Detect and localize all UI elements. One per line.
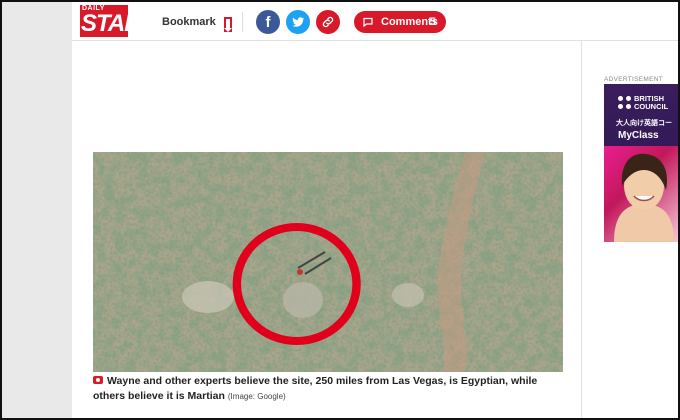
column-divider xyxy=(581,40,582,418)
link-icon xyxy=(322,16,334,28)
camera-icon xyxy=(93,376,103,384)
comments-count: 5 xyxy=(429,16,436,28)
ad-brand-line2: COUNCIL xyxy=(634,102,669,111)
british-council-logo-icon xyxy=(618,96,632,110)
article-satellite-image[interactable] xyxy=(93,152,563,372)
ad-product-name: MyClass xyxy=(618,130,659,141)
copy-link-button[interactable] xyxy=(316,10,340,34)
ad-japanese-text: 大人向け英語コー xyxy=(616,120,672,127)
rock-clearing-left xyxy=(182,281,234,313)
site-logo[interactable]: DAILY STAR xyxy=(80,5,142,37)
bookmark-button[interactable]: Bookmark xyxy=(162,12,232,32)
bookmark-label: Bookmark xyxy=(162,16,216,28)
article-toolbar: DAILY STAR Bookmark f Comments 5 xyxy=(72,2,678,41)
facebook-icon: f xyxy=(265,13,271,31)
terrain-texture xyxy=(93,152,563,372)
window-frame-left xyxy=(0,0,2,420)
site-marker xyxy=(297,269,303,275)
facebook-share-button[interactable]: f xyxy=(256,10,280,34)
bookmark-icon xyxy=(223,16,232,32)
caption-credit: (Image: Google) xyxy=(227,392,286,401)
advertisement-label: ADVERTISEMENT xyxy=(604,76,664,83)
advertisement-banner[interactable]: BRITISH COUNCIL 大人向け英語コー MyClass xyxy=(604,84,678,242)
speech-bubble-icon xyxy=(363,17,373,28)
rock-clearing-right xyxy=(392,283,424,307)
image-caption: Wayne and other experts believe the site… xyxy=(93,374,563,404)
twitter-icon xyxy=(292,17,305,27)
ad-photo xyxy=(604,146,678,242)
rock-clearing-center xyxy=(283,282,323,318)
logo-star-text: STAR xyxy=(81,10,142,37)
twitter-share-button[interactable] xyxy=(286,10,310,34)
comments-button[interactable]: Comments 5 xyxy=(354,11,446,33)
ad-brand: BRITISH COUNCIL xyxy=(634,95,668,111)
toolbar-divider xyxy=(242,12,243,32)
caption-text: Wayne and other experts believe the site… xyxy=(93,375,538,402)
